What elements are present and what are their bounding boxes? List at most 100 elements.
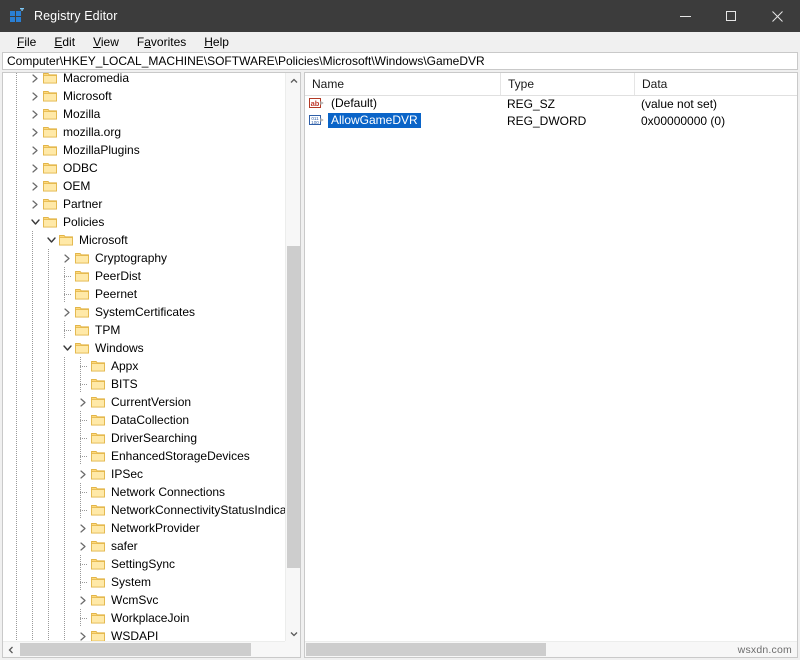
chevron-right-icon[interactable]: [28, 141, 42, 159]
tree-item[interactable]: WorkplaceJoin: [3, 609, 285, 627]
minimize-button[interactable]: [662, 0, 708, 32]
tree-item[interactable]: mozilla.org: [3, 123, 285, 141]
chevron-right-icon[interactable]: [76, 519, 90, 537]
tree-item-label-wrap: OEM: [60, 179, 94, 193]
tree-item[interactable]: Microsoft: [3, 231, 285, 249]
tree-guide-line: [80, 447, 81, 465]
maximize-button[interactable]: [708, 0, 754, 32]
tree-item-label-wrap: WorkplaceJoin: [108, 611, 193, 625]
tree-item[interactable]: ODBC: [3, 159, 285, 177]
tree-item[interactable]: IPSec: [3, 465, 285, 483]
tree-item[interactable]: Microsoft: [3, 87, 285, 105]
tree-vertical-scrollbar[interactable]: [285, 73, 300, 641]
tree-item[interactable]: Mozilla: [3, 105, 285, 123]
tree-guide-line: [64, 465, 65, 483]
values-list: ab(Default)REG_SZ(value not set)011100Al…: [305, 95, 797, 641]
tree-item[interactable]: Policies: [3, 213, 285, 231]
tree-item-label-wrap: System: [108, 575, 155, 589]
tree-item[interactable]: SettingSync: [3, 555, 285, 573]
value-row-selected[interactable]: 011100AllowGameDVRREG_DWORD0x00000000 (0…: [305, 112, 797, 129]
tree-item[interactable]: DriverSearching: [3, 429, 285, 447]
tree-scroll-thumb[interactable]: [287, 246, 300, 568]
tree-item[interactable]: CurrentVersion: [3, 393, 285, 411]
tree-item-label: Windows: [92, 340, 148, 356]
menu-help[interactable]: Help: [195, 32, 238, 52]
chevron-right-icon[interactable]: [28, 195, 42, 213]
tree-elbow: [80, 384, 88, 385]
chevron-right-icon[interactable]: [28, 73, 42, 87]
tree-item[interactable]: OEM: [3, 177, 285, 195]
folder-icon: [91, 504, 105, 516]
values-horizontal-scrollbar[interactable]: [305, 641, 797, 657]
column-header-type[interactable]: Type: [500, 73, 634, 95]
chevron-right-icon[interactable]: [76, 465, 90, 483]
column-header-name[interactable]: Name: [305, 73, 500, 95]
value-row[interactable]: ab(Default)REG_SZ(value not set): [305, 95, 797, 112]
chevron-down-icon[interactable]: [28, 213, 42, 231]
chevron-right-icon[interactable]: [60, 303, 74, 321]
tree-item[interactable]: Peernet: [3, 285, 285, 303]
tree-horizontal-scrollbar[interactable]: [3, 641, 300, 657]
chevron-right-icon[interactable]: [28, 123, 42, 141]
tree-guide-line: [16, 213, 17, 231]
tree-guide-line: [32, 429, 33, 447]
scroll-left-icon[interactable]: [3, 642, 19, 657]
tree-guide-line: [48, 267, 49, 285]
menu-file[interactable]: File: [8, 32, 45, 52]
chevron-right-icon[interactable]: [76, 591, 90, 609]
tree-item[interactable]: BITS: [3, 375, 285, 393]
close-button[interactable]: [754, 0, 800, 32]
tree-elbow: [80, 456, 88, 457]
folder-icon: [75, 252, 89, 264]
tree-item[interactable]: EnhancedStorageDevices: [3, 447, 285, 465]
chevron-right-icon[interactable]: [76, 393, 90, 411]
tree-item[interactable]: Macromedia: [3, 73, 285, 87]
values-hscroll-thumb[interactable]: [306, 643, 546, 656]
chevron-right-icon[interactable]: [28, 105, 42, 123]
folder-icon: [43, 126, 57, 138]
chevron-down-icon[interactable]: [44, 231, 58, 249]
tree-item[interactable]: MozillaPlugins: [3, 141, 285, 159]
menu-edit[interactable]: Edit: [45, 32, 84, 52]
tree-item[interactable]: safer: [3, 537, 285, 555]
tree-guide-line: [32, 411, 33, 429]
tree-item[interactable]: NetworkProvider: [3, 519, 285, 537]
tree-item-label: DataCollection: [108, 412, 193, 428]
chevron-down-icon[interactable]: [60, 339, 74, 357]
tree-item[interactable]: Windows: [3, 339, 285, 357]
tree-guide-line: [16, 465, 17, 483]
chevron-right-icon[interactable]: [76, 537, 90, 555]
tree-item[interactable]: Cryptography: [3, 249, 285, 267]
chevron-right-icon[interactable]: [76, 627, 90, 641]
column-header-data[interactable]: Data: [634, 73, 797, 95]
tree-item[interactable]: NetworkConnectivityStatusIndicator: [3, 501, 285, 519]
chevron-right-icon[interactable]: [28, 87, 42, 105]
tree-item[interactable]: DataCollection: [3, 411, 285, 429]
tree-guide-line: [16, 177, 17, 195]
tree-hscroll-thumb[interactable]: [20, 643, 251, 656]
tree-item[interactable]: System: [3, 573, 285, 591]
menu-favorites[interactable]: Favorites: [128, 32, 195, 52]
window-controls: [662, 0, 800, 32]
chevron-right-icon[interactable]: [28, 177, 42, 195]
values-column-headers: Name Type Data: [305, 73, 797, 96]
tree-guide-line: [32, 375, 33, 393]
tree-item[interactable]: SystemCertificates: [3, 303, 285, 321]
tree-item[interactable]: Partner: [3, 195, 285, 213]
tree-item[interactable]: TPM: [3, 321, 285, 339]
tree-item[interactable]: Network Connections: [3, 483, 285, 501]
address-bar[interactable]: Computer\HKEY_LOCAL_MACHINE\SOFTWARE\Pol…: [2, 52, 798, 70]
scroll-down-icon[interactable]: [286, 626, 301, 641]
chevron-right-icon[interactable]: [28, 159, 42, 177]
tree-item[interactable]: WcmSvc: [3, 591, 285, 609]
menu-view[interactable]: View: [84, 32, 128, 52]
tree-elbow: [64, 294, 72, 295]
tree-item-label-wrap: PeerDist: [92, 269, 145, 283]
scroll-up-icon[interactable]: [286, 73, 301, 88]
tree-item[interactable]: WSDAPI: [3, 627, 285, 641]
tree-item[interactable]: Appx: [3, 357, 285, 375]
tree-item-label: DriverSearching: [108, 430, 201, 446]
chevron-right-icon[interactable]: [60, 249, 74, 267]
tree-guide-line: [16, 519, 17, 537]
tree-item[interactable]: PeerDist: [3, 267, 285, 285]
